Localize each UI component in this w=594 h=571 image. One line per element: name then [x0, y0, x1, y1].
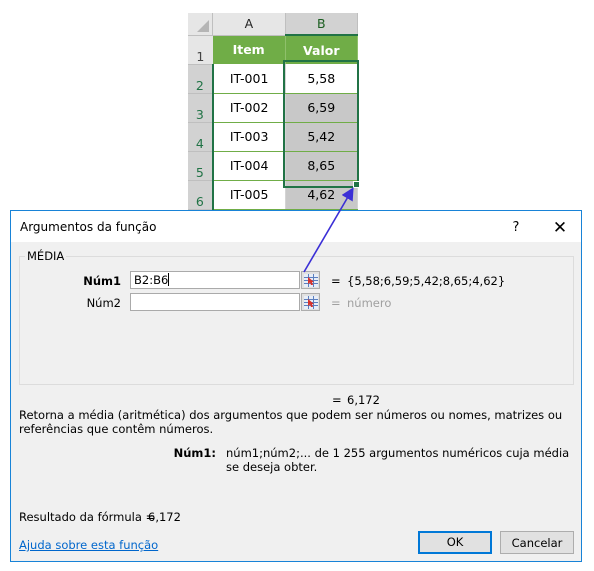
cell-a5[interactable]: IT-004	[212, 151, 286, 181]
cell-a4[interactable]: IT-003	[212, 122, 286, 152]
help-icon[interactable]: ?	[501, 217, 531, 239]
table-row: 4 IT-003 5,42	[188, 122, 359, 152]
select-all-corner[interactable]	[188, 13, 214, 36]
arg-help-text: núm1;núm2;... de 1 255 argumentos numéri…	[226, 446, 570, 474]
close-icon[interactable]: ✕	[545, 217, 575, 239]
table-row: 5 IT-004 8,65	[188, 151, 359, 181]
cell-b5[interactable]: 8,65	[285, 151, 359, 181]
range-select-icon	[304, 274, 318, 287]
collapse-dialog-button-num2[interactable]	[301, 293, 320, 311]
arg-preview-num1: {5,58;6,59;5,42;8,65;4,62}	[347, 274, 506, 288]
cell-b4[interactable]: 5,42	[285, 122, 359, 152]
dialog-titlebar[interactable]: Argumentos da função ? ✕	[11, 211, 581, 242]
dialog-title: Argumentos da função	[20, 220, 157, 234]
function-help-link[interactable]: Ajuda sobre esta função	[19, 538, 158, 552]
row-header-4[interactable]: 4	[188, 122, 214, 152]
arg-label-num1: Núm1	[83, 274, 121, 288]
formula-result-label: Resultado da fórmula =	[19, 510, 156, 524]
cell-b6[interactable]: 4,62	[285, 180, 359, 210]
arg-input-num1-value: B2:B6	[134, 273, 169, 287]
row-header-1[interactable]: 1	[188, 35, 213, 65]
row-header-5[interactable]: 5	[188, 151, 214, 181]
ok-button[interactable]: OK	[418, 531, 492, 554]
column-header-a[interactable]: A	[212, 13, 286, 36]
cell-b1[interactable]: Valor	[285, 35, 359, 64]
result-equals: =	[332, 393, 342, 407]
result-preview: 6,172	[347, 393, 380, 407]
arg-input-num2[interactable]	[130, 293, 300, 311]
row-header-6[interactable]: 6	[188, 180, 214, 210]
table-row: 3 IT-002 6,59	[188, 93, 359, 123]
column-header-b[interactable]: B	[285, 13, 359, 36]
cell-b2[interactable]: 5,58	[285, 64, 359, 94]
formula-result-value: 6,172	[148, 510, 181, 524]
sheet-grid: A B 1 Item Valor 2 IT-001 5,58 3 IT-002 …	[188, 13, 359, 210]
collapse-dialog-button-num1[interactable]	[301, 271, 320, 289]
cancel-button[interactable]: Cancelar	[500, 531, 574, 554]
cell-a1[interactable]: Item	[212, 35, 286, 64]
arg-label-num2: Núm2	[86, 296, 121, 310]
row-header-2[interactable]: 2	[188, 64, 214, 94]
function-description: Retorna a média (aritmética) dos argumen…	[19, 408, 563, 436]
text-caret	[168, 273, 170, 286]
arg-help-label: Núm1:	[173, 446, 216, 460]
arg-preview-num2: número	[347, 296, 392, 310]
range-select-icon	[304, 296, 318, 309]
spreadsheet: A B 1 Item Valor 2 IT-001 5,58 3 IT-002 …	[188, 13, 359, 210]
fill-handle[interactable]	[353, 181, 360, 188]
table-row: 2 IT-001 5,58	[188, 64, 359, 94]
arg-equals-num2: =	[331, 296, 341, 310]
function-arguments-dialog: Argumentos da função ? ✕ MÉDIA Núm1 B2:B…	[10, 210, 582, 562]
cell-a3[interactable]: IT-002	[212, 93, 286, 123]
row-header-3[interactable]: 3	[188, 93, 214, 123]
select-all-triangle-icon	[197, 19, 210, 32]
cell-a6[interactable]: IT-005	[212, 180, 286, 210]
arg-equals-num1: =	[331, 274, 341, 288]
function-name: MÉDIA	[25, 249, 67, 263]
arg-input-num1[interactable]: B2:B6	[130, 271, 300, 289]
cell-b3[interactable]: 6,59	[285, 93, 359, 123]
table-row: 6 IT-005 4,62	[188, 180, 359, 210]
cell-a2[interactable]: IT-001	[212, 64, 286, 94]
